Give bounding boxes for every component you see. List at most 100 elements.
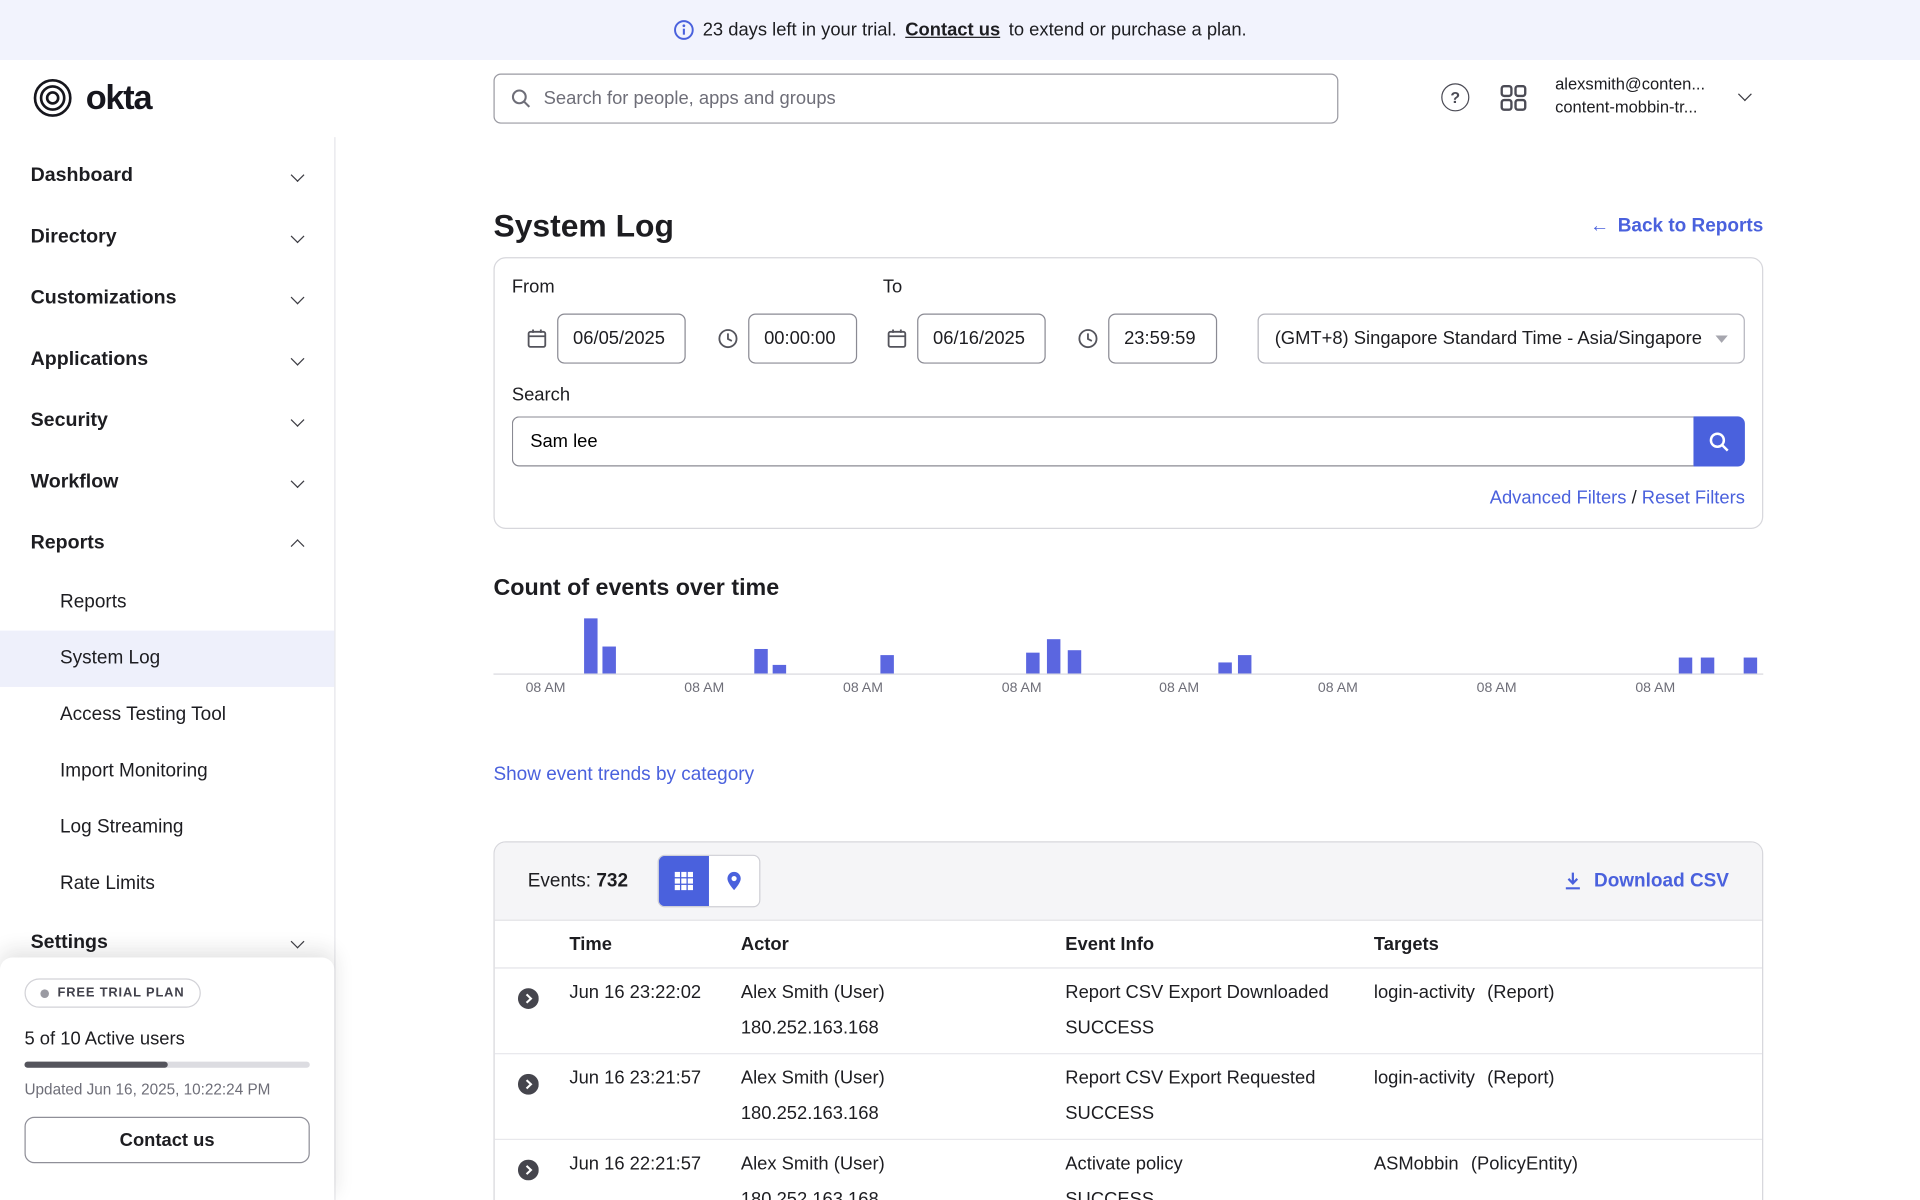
contact-us-button[interactable]: Contact us — [24, 1117, 309, 1164]
expand-row-icon[interactable] — [518, 988, 539, 1009]
view-toggle — [657, 855, 760, 908]
from-time-input[interactable] — [748, 313, 857, 363]
to-label: To — [883, 277, 902, 298]
chevron-up-icon — [291, 539, 305, 553]
chevron-down-icon — [291, 474, 305, 488]
sidebar-item-label: Security — [31, 410, 108, 432]
log-filter-panel: From To — [493, 257, 1763, 529]
help-icon[interactable]: ? — [1441, 83, 1469, 111]
column-time: Time — [569, 934, 740, 955]
table-view-button[interactable] — [659, 856, 709, 906]
expand-row-icon[interactable] — [518, 1160, 539, 1181]
events-table-header: Events: 732 — [495, 842, 1762, 920]
cell-targets: ASMobbin(PolicyEntity) — [1374, 1146, 1762, 1200]
event-trends-link[interactable]: Show event trends by category — [493, 764, 754, 786]
sidebar-item-label: Settings — [31, 932, 108, 954]
sidebar-nav: Dashboard Directory Customizations Appli… — [0, 137, 334, 973]
sidebar-item-workflow[interactable]: Workflow — [0, 452, 334, 513]
sidebar-item-rate-limits[interactable]: Rate Limits — [0, 856, 334, 912]
cell-targets: login-activity(Report) — [1374, 975, 1762, 1046]
account-menu[interactable]: alexsmith@conten... content-mobbin-tr... — [1555, 73, 1705, 119]
clock-icon — [718, 328, 739, 349]
column-actor: Actor — [741, 934, 1065, 955]
to-date-input[interactable] — [917, 313, 1046, 363]
sidebar-item-log-streaming[interactable]: Log Streaming — [0, 800, 334, 856]
advanced-filters-link[interactable]: Advanced Filters — [1490, 487, 1627, 508]
global-search — [493, 73, 1338, 123]
chart-bar — [881, 655, 894, 673]
column-targets: Targets — [1374, 934, 1762, 955]
sidebar-item-label: Directory — [31, 227, 117, 249]
updated-timestamp: Updated Jun 16, 2025, 10:22:24 PM — [24, 1081, 309, 1098]
event-count-chart — [493, 610, 1763, 675]
expand-row-icon[interactable] — [518, 1074, 539, 1095]
chart-heading: Count of events over time — [493, 576, 1763, 603]
account-org: content-mobbin-tr... — [1555, 96, 1705, 119]
chart-bar — [1744, 658, 1757, 674]
page-title: System Log — [493, 207, 673, 245]
search-label: Search — [512, 384, 1745, 405]
chart-x-tick: 08 AM — [1002, 681, 1042, 696]
trial-banner-text-end: to extend or purchase a plan. — [1009, 20, 1247, 41]
chart-x-axis: 08 AM08 AM08 AM08 AM08 AM08 AM08 AM08 AM — [493, 681, 1763, 701]
to-time-input[interactable] — [1108, 313, 1217, 363]
apps-grid-icon[interactable] — [1499, 83, 1528, 119]
calendar-icon — [527, 328, 548, 349]
sidebar-item-security[interactable]: Security — [0, 391, 334, 452]
trial-banner-text: 23 days left in your trial. — [703, 20, 897, 41]
grid-view-icon — [673, 871, 694, 892]
chevron-down-icon — [291, 290, 305, 304]
cell-actor: Alex Smith (User) 180.252.163.168 — [741, 1060, 1065, 1131]
search-icon — [1708, 430, 1730, 452]
sidebar-item-reports[interactable]: Reports — [0, 513, 334, 574]
chart-x-tick: 08 AM — [1635, 681, 1675, 696]
back-to-reports-link[interactable]: ← Back to Reports — [1590, 215, 1763, 237]
filters-separator: / — [1626, 487, 1641, 508]
chevron-down-icon[interactable] — [1738, 87, 1752, 101]
log-search-button[interactable] — [1693, 416, 1744, 466]
from-date-input[interactable] — [557, 313, 686, 363]
sidebar-item-system-log[interactable]: System Log — [0, 631, 334, 687]
download-csv-button[interactable]: Download CSV — [1562, 870, 1729, 892]
map-view-button[interactable] — [709, 856, 759, 906]
active-users-progress-bar — [24, 1062, 309, 1068]
chart-x-tick: 08 AM — [1318, 681, 1358, 696]
info-icon — [673, 20, 694, 41]
chart-bar — [754, 649, 767, 673]
sidebar-item-access-testing-tool[interactable]: Access Testing Tool — [0, 687, 334, 743]
cell-actor: Alex Smith (User) 180.252.163.168 — [741, 975, 1065, 1046]
chart-x-tick: 08 AM — [1477, 681, 1517, 696]
sidebar-item-reports-reports[interactable]: Reports — [0, 574, 334, 630]
cell-targets: login-activity(Report) — [1374, 1060, 1762, 1131]
timezone-select[interactable]: (GMT+8) Singapore Standard Time - Asia/S… — [1258, 313, 1745, 363]
sidebar: Dashboard Directory Customizations Appli… — [0, 137, 336, 1200]
chart-bar — [1047, 639, 1060, 673]
top-bar: okta ? alexsmith@conten... content-mobbi… — [0, 60, 1920, 137]
okta-logo[interactable]: okta — [31, 76, 152, 120]
sidebar-item-import-monitoring[interactable]: Import Monitoring — [0, 743, 334, 799]
okta-admin-console: 23 days left in your trial. Contact us t… — [0, 0, 1920, 1200]
chart-bar — [1701, 658, 1714, 674]
active-users-text: 5 of 10 Active users — [24, 1029, 309, 1050]
trial-contact-us-link[interactable]: Contact us — [905, 20, 1000, 41]
reset-filters-link[interactable]: Reset Filters — [1642, 487, 1745, 508]
global-search-input[interactable] — [544, 88, 1322, 109]
chevron-down-icon — [291, 351, 305, 365]
column-event-info: Event Info — [1065, 934, 1374, 955]
chart-x-tick: 08 AM — [526, 681, 566, 696]
events-column-headers: Time Actor Event Info Targets — [495, 921, 1762, 969]
chart-x-tick: 08 AM — [684, 681, 724, 696]
dropdown-caret-icon — [1716, 335, 1728, 342]
clock-icon — [1078, 328, 1099, 349]
sidebar-item-dashboard[interactable]: Dashboard — [0, 146, 334, 207]
log-search-input[interactable] — [512, 416, 1694, 466]
sidebar-item-directory[interactable]: Directory — [0, 207, 334, 268]
map-pin-icon — [724, 871, 745, 892]
chevron-down-icon — [291, 229, 305, 243]
cell-event-info: Report CSV Export Requested SUCCESS — [1065, 1060, 1374, 1131]
chart-bar — [603, 647, 616, 674]
cell-time: Jun 16 23:22:02 — [569, 975, 740, 1046]
sidebar-item-customizations[interactable]: Customizations — [0, 268, 334, 329]
chevron-down-icon — [291, 934, 305, 948]
sidebar-item-applications[interactable]: Applications — [0, 329, 334, 390]
